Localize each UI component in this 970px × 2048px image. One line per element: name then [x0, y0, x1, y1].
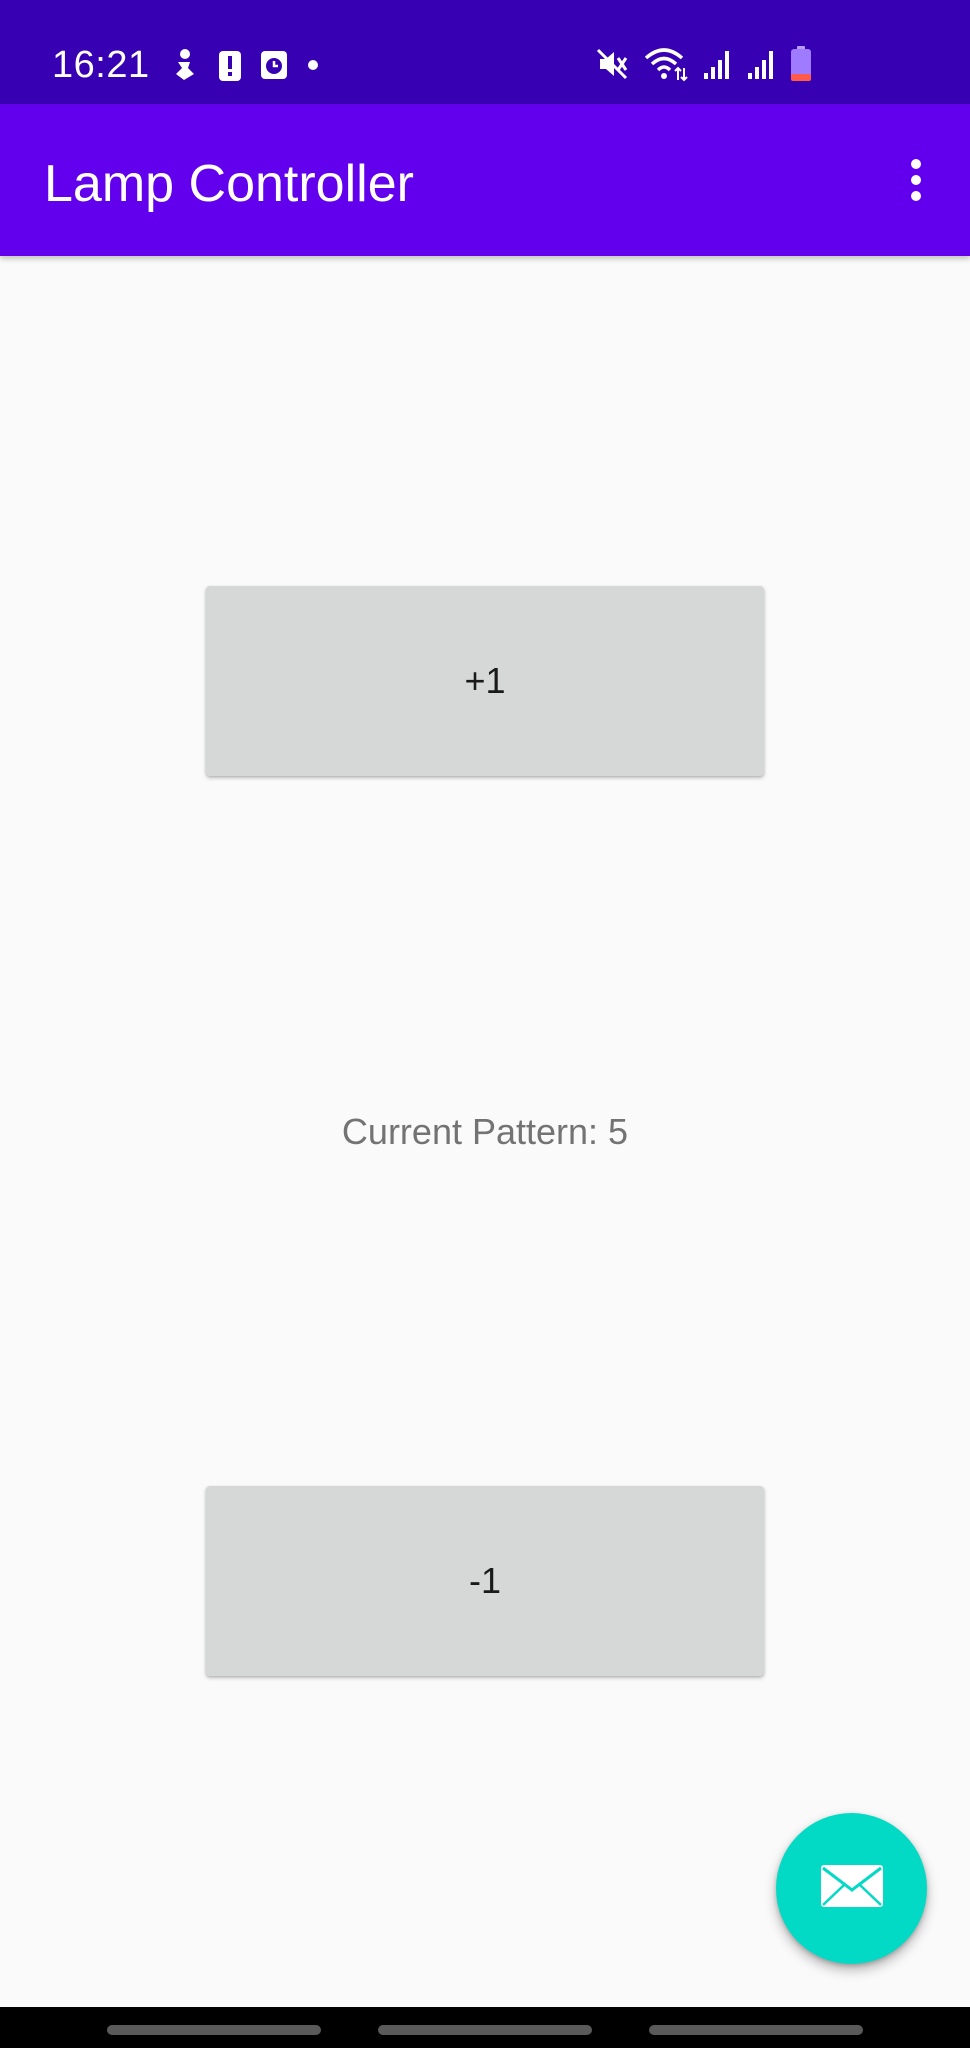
status-left-icons — [170, 46, 320, 84]
signal-icon — [746, 47, 776, 81]
battery-alert-icon — [218, 48, 242, 82]
more-vert-icon[interactable] — [886, 150, 946, 210]
mail-fab-button[interactable] — [776, 1813, 927, 1964]
dot-icon — [306, 58, 320, 72]
decrement-button[interactable]: -1 — [206, 1486, 764, 1676]
wifi-icon — [644, 46, 688, 82]
person-icon — [170, 48, 200, 82]
current-pattern-label: Current Pattern: 5 — [341, 1111, 629, 1152]
mail-icon — [819, 1863, 885, 1914]
nav-home-button[interactable] — [378, 2025, 592, 2035]
nav-back-button[interactable] — [649, 2025, 863, 2035]
mute-icon — [594, 46, 630, 82]
increment-button[interactable]: +1 — [206, 586, 764, 776]
nav-recents-button[interactable] — [107, 2025, 321, 2035]
signal-icon — [702, 47, 732, 81]
status-right-icons — [594, 44, 812, 84]
battery-low-icon — [790, 46, 812, 82]
status-time: 16:21 — [52, 44, 150, 86]
navigation-bar — [0, 2007, 970, 2048]
clock-app-icon — [260, 49, 288, 81]
status-bar: 16:21 — [0, 0, 970, 104]
app-screen: 16:21 Lamp Controller +1 Current Pattern… — [0, 0, 970, 2048]
app-title: Lamp Controller — [44, 155, 414, 213]
app-bar: Lamp Controller — [0, 104, 970, 256]
